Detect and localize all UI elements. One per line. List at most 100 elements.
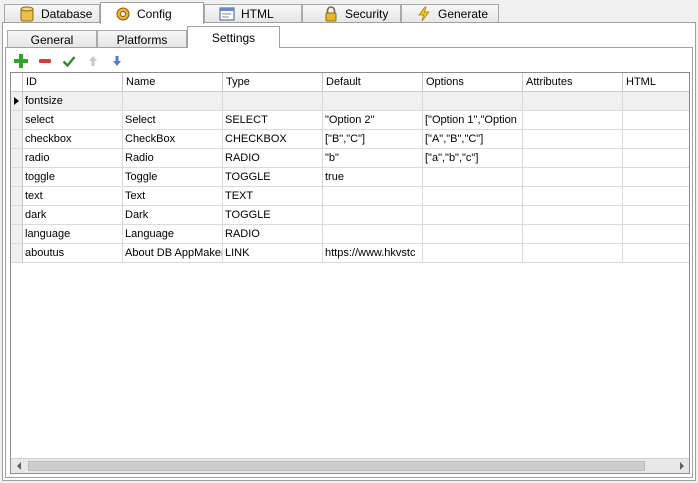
cell-name[interactable]: Language [123, 225, 223, 244]
column-header-name[interactable]: Name [123, 73, 223, 92]
cell-options[interactable] [423, 168, 523, 187]
cell-options[interactable] [423, 244, 523, 263]
cell-attributes[interactable] [523, 187, 623, 206]
cell-options[interactable]: ["a","b","c"] [423, 149, 523, 168]
table-row[interactable]: radio Radio RADIO "b" ["a","b","c"] [11, 149, 689, 168]
column-header-html[interactable]: HTML [623, 73, 689, 92]
row-indicator[interactable] [11, 244, 23, 263]
row-indicator[interactable] [11, 206, 23, 225]
cell-html[interactable] [623, 244, 689, 263]
cell-name[interactable]: Dark [123, 206, 223, 225]
add-row-button[interactable] [12, 52, 30, 70]
table-row[interactable]: select Select SELECT "Option 2" ["Option 1",… [11, 111, 689, 130]
cell-default[interactable] [323, 92, 423, 111]
cell-name[interactable]: CheckBox [123, 130, 223, 149]
row-indicator[interactable] [11, 225, 23, 244]
cell-default[interactable] [323, 206, 423, 225]
cell-default[interactable] [323, 187, 423, 206]
cell-id[interactable]: checkbox [23, 130, 123, 149]
row-indicator[interactable] [11, 149, 23, 168]
row-indicator[interactable] [11, 168, 23, 187]
tab-generate[interactable]: Generate [401, 4, 499, 23]
cell-type[interactable]: LINK [223, 244, 323, 263]
column-header-options[interactable]: Options [423, 73, 523, 92]
horizontal-scrollbar[interactable] [11, 458, 689, 473]
cell-name[interactable]: Text [123, 187, 223, 206]
cell-id[interactable]: toggle [23, 168, 123, 187]
row-indicator[interactable] [11, 92, 23, 111]
column-header-default[interactable]: Default [323, 73, 423, 92]
cell-id[interactable]: select [23, 111, 123, 130]
cell-attributes[interactable] [523, 130, 623, 149]
cell-default[interactable]: true [323, 168, 423, 187]
cell-type[interactable]: RADIO [223, 149, 323, 168]
cell-name[interactable]: Toggle [123, 168, 223, 187]
table-row[interactable]: language Language RADIO [11, 225, 689, 244]
cell-html[interactable] [623, 111, 689, 130]
cell-id[interactable]: fontsize [23, 92, 123, 111]
cell-type[interactable]: SELECT [223, 111, 323, 130]
row-indicator[interactable] [11, 130, 23, 149]
cell-type[interactable] [223, 92, 323, 111]
row-indicator[interactable] [11, 111, 23, 130]
cell-id[interactable]: radio [23, 149, 123, 168]
column-header-id[interactable]: ID [23, 73, 123, 92]
cell-id[interactable]: text [23, 187, 123, 206]
cell-options[interactable] [423, 187, 523, 206]
cell-options[interactable] [423, 206, 523, 225]
cell-id[interactable]: dark [23, 206, 123, 225]
cell-default[interactable]: "b" [323, 149, 423, 168]
cell-default[interactable]: https://www.hkvstc [323, 244, 423, 263]
tab-platforms[interactable]: Platforms [97, 30, 187, 48]
row-indicator[interactable] [11, 187, 23, 206]
column-header-type[interactable]: Type [223, 73, 323, 92]
cell-options[interactable] [423, 225, 523, 244]
cell-attributes[interactable] [523, 111, 623, 130]
cell-default[interactable]: ["B","C"] [323, 130, 423, 149]
table-row[interactable]: fontsize [11, 92, 689, 111]
cell-html[interactable] [623, 206, 689, 225]
table-row[interactable]: checkbox CheckBox CHECKBOX ["B","C"] ["A","B… [11, 130, 689, 149]
scroll-left-button[interactable] [11, 459, 26, 473]
cell-type[interactable]: TOGGLE [223, 206, 323, 225]
cell-html[interactable] [623, 130, 689, 149]
remove-row-button[interactable] [36, 52, 54, 70]
cell-type[interactable]: RADIO [223, 225, 323, 244]
tab-general[interactable]: General [7, 30, 97, 48]
cell-html[interactable] [623, 92, 689, 111]
tab-security[interactable]: Security [302, 4, 401, 23]
table-row[interactable]: dark Dark TOGGLE [11, 206, 689, 225]
tab-settings[interactable]: Settings [187, 26, 280, 48]
cell-default[interactable] [323, 225, 423, 244]
tab-database[interactable]: Database [4, 4, 100, 23]
cell-name[interactable] [123, 92, 223, 111]
tab-html[interactable]: HTML [204, 4, 302, 23]
move-down-button[interactable] [108, 52, 126, 70]
cell-options[interactable]: ["Option 1","Option [423, 111, 523, 130]
cell-name[interactable]: Select [123, 111, 223, 130]
cell-attributes[interactable] [523, 225, 623, 244]
cell-name[interactable]: About DB AppMaker [123, 244, 223, 263]
cell-options[interactable]: ["A","B","C"] [423, 130, 523, 149]
column-header-attributes[interactable]: Attributes [523, 73, 623, 92]
cell-options[interactable] [423, 92, 523, 111]
tab-config[interactable]: Config [100, 2, 204, 24]
cell-attributes[interactable] [523, 92, 623, 111]
cell-attributes[interactable] [523, 206, 623, 225]
table-row[interactable]: text Text TEXT [11, 187, 689, 206]
table-row[interactable]: aboutus About DB AppMaker LINK https://www.… [11, 244, 689, 263]
cell-html[interactable] [623, 225, 689, 244]
apply-button[interactable] [60, 52, 78, 70]
scroll-right-button[interactable] [674, 459, 689, 473]
cell-name[interactable]: Radio [123, 149, 223, 168]
cell-type[interactable]: TEXT [223, 187, 323, 206]
move-up-button[interactable] [84, 52, 102, 70]
cell-id[interactable]: language [23, 225, 123, 244]
cell-attributes[interactable] [523, 244, 623, 263]
cell-type[interactable]: TOGGLE [223, 168, 323, 187]
cell-html[interactable] [623, 187, 689, 206]
cell-html[interactable] [623, 168, 689, 187]
scrollbar-thumb[interactable] [28, 461, 645, 471]
settings-grid[interactable]: ID Name Type Default Options Attributes … [10, 72, 690, 474]
cell-default[interactable]: "Option 2" [323, 111, 423, 130]
